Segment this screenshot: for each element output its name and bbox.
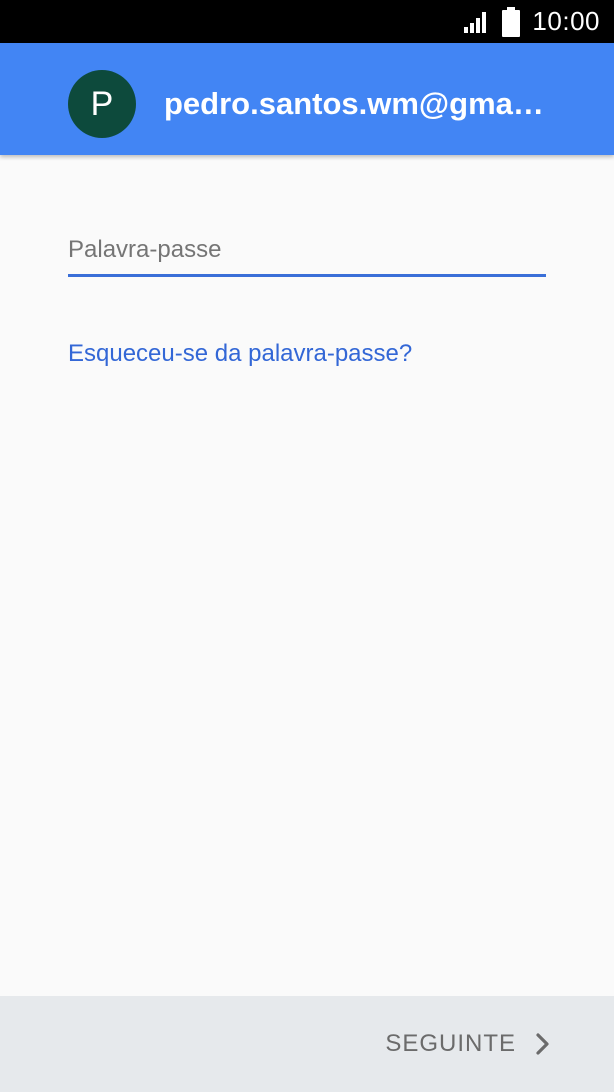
next-button-label: SEGUINTE: [385, 1030, 516, 1057]
forgot-password-link[interactable]: Esqueceu-se da palavra-passe?: [68, 338, 412, 370]
password-input[interactable]: [68, 225, 546, 277]
avatar: P: [68, 70, 136, 138]
battery-icon: [502, 6, 521, 37]
status-bar: 10:00: [0, 0, 614, 43]
signal-icon: [464, 11, 490, 33]
bottom-action-bar: SEGUINTE: [0, 996, 614, 1092]
chevron-right-icon: [536, 1033, 550, 1055]
status-indicators: 10:00: [464, 0, 600, 43]
account-header: P pedro.santos.wm@gmail.com: [0, 43, 614, 155]
account-email: pedro.santos.wm@gmail.com: [164, 86, 544, 121]
next-button[interactable]: SEGUINTE: [385, 1024, 550, 1064]
status-time: 10:00: [532, 6, 600, 36]
